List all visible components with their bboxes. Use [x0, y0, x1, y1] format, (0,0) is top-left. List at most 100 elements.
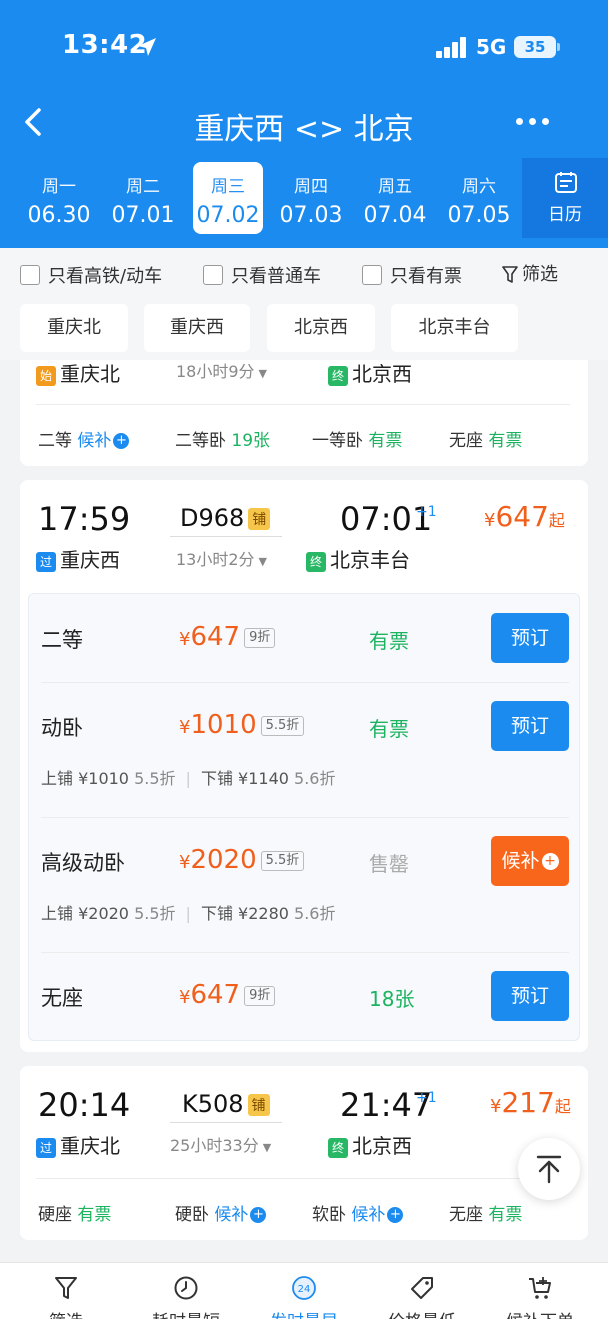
train-number-text: K508	[182, 1090, 244, 1118]
checkbox-label: 只看高铁/动车	[48, 266, 163, 287]
date-tab-0701[interactable]: 周二 07.01	[108, 162, 178, 234]
travel-duration[interactable]: 25小时33分 ▼	[170, 1132, 271, 1156]
currency-symbol: ¥	[179, 717, 191, 738]
terminal-badge: 终	[328, 365, 348, 386]
calendar-icon	[555, 172, 577, 193]
station-chip-beijingfengtai[interactable]: 北京丰台	[391, 304, 518, 352]
separator: |	[185, 769, 191, 788]
station-chip-beijingxi[interactable]: 北京西	[267, 304, 375, 352]
date-tab-0703[interactable]: 周四 07.03	[276, 162, 346, 234]
station-chip-chongqingxi[interactable]: 重庆西	[144, 304, 250, 352]
battery-tip	[557, 43, 560, 51]
seat-status: 有票	[488, 1205, 523, 1225]
seat-name: 二等	[38, 431, 72, 451]
currency-symbol: ¥	[179, 987, 191, 1008]
caret-down-icon: ▼	[262, 1141, 272, 1154]
arrival-station-name: 北京丰台	[330, 548, 410, 572]
date-value: 07.05	[447, 203, 511, 228]
waitlist-label: 候补	[501, 850, 540, 872]
bottom-tab-bar: 筛选 耗时最短 24 发时最早 价格最低 候补下单	[0, 1262, 608, 1319]
date-tab-0702-selected[interactable]: 周三 07.02	[193, 162, 263, 234]
seat-price: ¥2020 5.5折	[179, 845, 305, 875]
tab-label: 发时最早	[244, 1307, 364, 1319]
date-tab-0704[interactable]: 周五 07.04	[360, 162, 430, 234]
plus-icon: +	[113, 433, 130, 449]
train-number: D968 铺	[180, 504, 271, 532]
discount-badge: 9折	[244, 985, 276, 1006]
route-line	[170, 1122, 282, 1123]
date-value: 07.02	[196, 203, 260, 228]
available-only-checkbox[interactable]: 只看有票	[362, 262, 462, 287]
date-weekday: 周五	[378, 177, 412, 197]
filter-button[interactable]: 筛选	[502, 260, 558, 286]
currency-symbol: ¥	[179, 852, 191, 873]
normal-only-checkbox[interactable]: 只看普通车	[203, 262, 321, 287]
sleeper-tag: 铺	[247, 1094, 270, 1116]
tab-earliest-departure[interactable]: 24 发时最早	[244, 1275, 364, 1319]
book-button[interactable]: 预订	[491, 613, 569, 663]
plus-icon: +	[387, 1207, 404, 1223]
seat-summary: 二等卧 19张	[175, 426, 270, 451]
lower-berth-discount: 5.6折	[294, 769, 336, 788]
calendar-button[interactable]: 日历	[522, 158, 608, 238]
arrival-station: 终北京丰台	[306, 544, 410, 573]
book-button[interactable]: 预订	[491, 971, 569, 1021]
cellular-signal-icon	[436, 36, 468, 58]
checkbox-box	[203, 265, 223, 285]
seat-class-name: 二等	[41, 628, 83, 652]
waitlist-button[interactable]: 候补 +	[491, 836, 569, 886]
seat-row-sleeper: 动卧 ¥1010 5.5折 有票 预订 上铺 ¥1010 5.5折 | 下铺 ¥114…	[29, 682, 581, 817]
seat-summary: 硬座 有票	[38, 1200, 111, 1225]
date-tab-0705[interactable]: 周六 07.05	[444, 162, 514, 234]
filter-label: 筛选	[522, 264, 558, 285]
currency-symbol: ¥	[484, 510, 496, 531]
arrival-station-name: 北京西	[352, 1134, 412, 1158]
seat-name: 二等卧	[175, 431, 226, 451]
battery-icon: 35	[514, 36, 556, 58]
berth-prices: 上铺 ¥2020 5.5折 | 下铺 ¥2280 5.6折	[41, 900, 335, 924]
scroll-to-top-button[interactable]	[518, 1138, 580, 1200]
station-chip-chongqingbei[interactable]: 重庆北	[20, 304, 128, 352]
lowest-price: ¥217起	[490, 1086, 571, 1119]
tab-waitlist-order[interactable]: 候补下单	[480, 1275, 600, 1319]
more-icon[interactable]	[516, 118, 550, 126]
seat-availability: 18张	[369, 987, 415, 1011]
date-selector: 周一 06.30 周二 07.01 周三 07.02 周四 07.03 周五 0…	[0, 158, 608, 238]
train-card-partial[interactable]: 始重庆北 18小时9分 ▼ 终北京西 二等 候补 + 二等卧 19张 一等卧 有票 …	[20, 360, 588, 466]
book-button[interactable]: 预订	[491, 701, 569, 751]
seat-status: 有票	[77, 1205, 112, 1225]
seat-availability: 有票	[369, 717, 409, 741]
discount-badge: 5.5折	[260, 715, 305, 736]
hsr-only-checkbox[interactable]: 只看高铁/动车	[20, 262, 163, 287]
train-number: K508 铺	[182, 1090, 270, 1118]
pass-through-badge: 过	[36, 1137, 56, 1158]
tab-filter[interactable]: 筛选	[6, 1275, 126, 1319]
departure-station: 过重庆北	[36, 1130, 120, 1159]
divider	[36, 1178, 570, 1179]
next-day-marker: +1	[416, 504, 437, 520]
lower-berth-discount: 5.6折	[294, 904, 336, 923]
network-type: 5G	[476, 35, 507, 59]
seat-summary: 二等 候补 +	[38, 426, 130, 451]
tab-shortest-duration[interactable]: 耗时最短	[126, 1275, 246, 1319]
currency-symbol: ¥	[179, 629, 191, 650]
train-card-k508[interactable]: 20:14 K508 铺 21:47 +1 ¥217起 过重庆北 25小时33分 ▼…	[20, 1066, 588, 1240]
date-weekday: 周四	[294, 177, 328, 197]
checkbox-box	[362, 265, 382, 285]
travel-duration[interactable]: 13小时2分 ▼	[176, 546, 267, 570]
departure-station-name: 重庆北	[60, 362, 120, 386]
date-tab-0630[interactable]: 周一 06.30	[24, 162, 94, 234]
train-card-d968[interactable]: 17:59 D968 铺 07:01 +1 ¥647起 过重庆西 13小时2分 ▼ …	[20, 480, 588, 1052]
location-arrow-icon	[138, 38, 156, 56]
lowest-price: ¥647起	[484, 500, 565, 533]
seat-row-premium-sleeper: 高级动卧 ¥2020 5.5折 售罄 候补 + 上铺 ¥2020 5.5折 | 下铺 ¥…	[29, 817, 581, 952]
checkbox-box	[20, 265, 40, 285]
price-value: 2020	[190, 845, 257, 875]
price-value: 217	[501, 1086, 555, 1119]
tab-lowest-price[interactable]: 价格最低	[362, 1275, 482, 1319]
seat-name: 软卧	[312, 1205, 346, 1225]
price-value: 647	[190, 622, 241, 652]
seat-class-name: 无座	[41, 986, 83, 1010]
date-value: 07.03	[279, 203, 343, 228]
departure-station: 始重庆北	[36, 360, 120, 387]
